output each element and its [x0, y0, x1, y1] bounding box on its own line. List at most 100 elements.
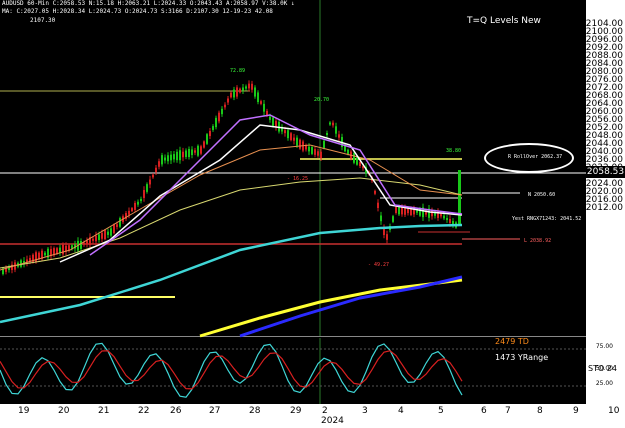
candle-body: [293, 137, 295, 141]
date-axis[interactable]: [0, 404, 625, 428]
candle-body: [95, 235, 97, 242]
candle-body: [290, 133, 292, 141]
candle-body: [317, 151, 319, 156]
candle-body: [206, 134, 208, 144]
price-chart[interactable]: [0, 0, 625, 428]
candle-body: [236, 87, 238, 97]
candle-body: [332, 122, 334, 126]
candle-body: [233, 89, 235, 98]
candle-body: [188, 148, 190, 158]
candle-body: [137, 201, 139, 205]
candle-body: [440, 213, 442, 217]
candle-body: [443, 215, 445, 219]
date-tick-label: 28: [249, 406, 261, 416]
yrange-label: 1473 YRange: [495, 353, 549, 362]
date-tick-label: 9: [573, 406, 579, 416]
candle-body: [248, 83, 250, 89]
candle-body: [395, 207, 397, 213]
candle-body: [227, 98, 229, 103]
date-tick-label: 19: [18, 406, 30, 416]
candle-body: [386, 234, 388, 240]
date-tick-label: 21: [98, 406, 110, 416]
candle-body: [44, 252, 46, 256]
current-price-box[interactable]: 2058.53: [586, 166, 625, 178]
candle-body: [377, 202, 379, 208]
candle-body: [308, 146, 310, 152]
date-tick-label: 7: [505, 406, 511, 416]
candle-body: [221, 108, 223, 115]
candle-body: [59, 247, 61, 253]
candle-body: [80, 241, 82, 249]
candle-body: [416, 210, 418, 213]
candle-body: [83, 242, 85, 245]
candle-body: [185, 150, 187, 157]
candle-body: [101, 233, 103, 239]
candle-body: [254, 87, 256, 97]
chart-window[interactable]: AUDUSD 60-Min C:2058.53 N:15.18 H:2063.2…: [0, 0, 625, 428]
l-level-label: L 2038.92: [524, 238, 552, 244]
date-tick-label: 4: [398, 406, 404, 416]
sto-label: STO 24: [588, 364, 617, 373]
candle-body: [158, 161, 160, 167]
date-tick-label: 10: [608, 406, 620, 416]
candle-body: [170, 154, 172, 161]
candle-body: [224, 104, 226, 108]
candle-body: [287, 130, 289, 139]
candle-body: [143, 190, 145, 198]
candle-body: [284, 130, 286, 134]
candle-body: [149, 179, 151, 185]
candle-body: [245, 86, 247, 89]
candle-body: [140, 198, 142, 202]
n-level-label: N 2050.60: [528, 192, 556, 198]
rollover-label: R RollOver 2062.37: [508, 154, 563, 160]
candle-body: [257, 92, 259, 103]
candle-body: [215, 117, 217, 128]
candle-body: [374, 190, 376, 194]
candle-body: [380, 215, 382, 222]
candle-body: [167, 155, 169, 162]
candle-body: [92, 238, 94, 241]
candle-body: [311, 147, 313, 154]
candle-body: [56, 248, 58, 254]
year-label: 2024: [321, 416, 344, 426]
candle-body: [182, 151, 184, 158]
date-tick-label: 6: [481, 406, 487, 416]
candle-body: [38, 252, 40, 260]
date-tick-label: 5: [438, 406, 444, 416]
candle-body: [347, 149, 349, 155]
candle-body: [116, 224, 118, 227]
candle-body: [242, 87, 244, 91]
candle-body: [146, 184, 148, 192]
candle-body: [179, 150, 181, 161]
candle-body: [152, 174, 154, 178]
candle-body: [392, 216, 394, 222]
candle-body: [113, 224, 115, 234]
low-label: - 49.27: [368, 262, 390, 268]
left-neg-label: - 16.25: [287, 176, 309, 182]
sub-value: 2107.30: [30, 17, 56, 24]
date-tick-label: 20: [58, 406, 70, 416]
high-label: 72.89: [230, 68, 246, 74]
right-pos-label: 38.80: [446, 148, 462, 154]
candle-body: [197, 145, 199, 156]
candle-body: [155, 167, 157, 173]
candle-body: [86, 240, 88, 245]
candle-body: [314, 149, 316, 155]
candle-body: [131, 208, 133, 212]
candle-body: [164, 157, 166, 161]
td-label: 2479 TD: [495, 337, 529, 346]
candle-body: [320, 151, 322, 159]
candle-body: [266, 110, 268, 116]
candle-body: [299, 139, 301, 149]
date-tick-label: 29: [290, 406, 302, 416]
chart-title: T=Q Levels New: [467, 16, 541, 26]
candle-body: [191, 149, 193, 156]
candle-body: [296, 137, 298, 146]
ma-info: MA: C:2027.05 H:2028.34 L:2024.73 O:2024…: [2, 8, 273, 15]
candle-body: [209, 130, 211, 137]
candle-body: [272, 117, 274, 126]
mid-label: 20.70: [314, 97, 330, 103]
date-tick-label: 2: [322, 406, 328, 416]
candle-body: [104, 230, 106, 240]
candle-body: [251, 83, 253, 90]
